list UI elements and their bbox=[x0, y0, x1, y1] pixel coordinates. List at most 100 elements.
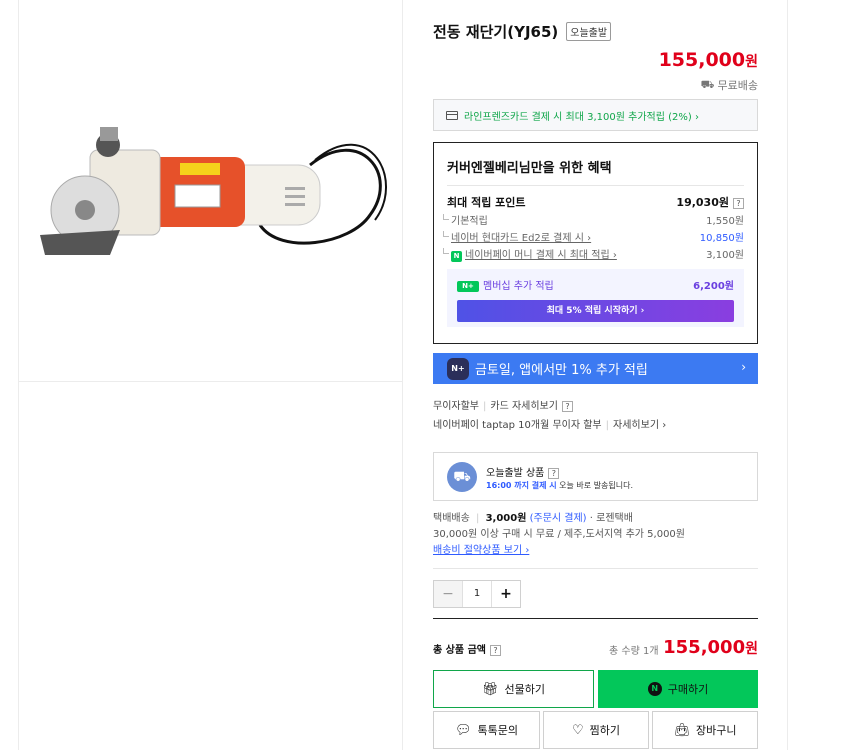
buy-button[interactable]: N 구매하기 bbox=[598, 670, 758, 708]
max-points-label: 최대 적립 포인트 bbox=[447, 196, 526, 209]
shipping-carrier: · 로젠택배 bbox=[589, 513, 633, 524]
today-shipping-box: ⛟ 오늘출발 상품? 16:00 까지 결제 시 오늘 바로 발송됩니다. bbox=[433, 452, 758, 501]
shipping-fee: 3,000원 bbox=[485, 513, 527, 524]
wishlist-label: 찜하기 bbox=[589, 724, 621, 737]
credit-card-icon bbox=[446, 110, 458, 120]
gallery-left-border bbox=[18, 0, 19, 750]
shipping-fee-note: (주문시 결제) bbox=[529, 513, 587, 524]
product-image[interactable] bbox=[30, 105, 390, 265]
installment-line-2: 네이버페이 taptap 10개월 무이자 할부 | 자세히보기 › bbox=[433, 416, 666, 435]
help-icon[interactable]: ? bbox=[489, 644, 501, 656]
separator: | bbox=[605, 420, 610, 431]
chat-bubble-icon: 💬︎ bbox=[455, 722, 472, 738]
membership-label: 멤버십 추가 적립 bbox=[483, 281, 554, 292]
heart-icon: ♡ bbox=[571, 722, 584, 738]
nplus-app-icon: N+ bbox=[447, 357, 469, 380]
buy-label: 구매하기 bbox=[667, 683, 709, 696]
free-shipping-label: 무료배송 bbox=[717, 79, 758, 92]
separator: | bbox=[483, 401, 487, 412]
product-price: 155,000원 bbox=[659, 49, 758, 71]
talktalk-label: 톡톡문의 bbox=[477, 724, 518, 737]
divider bbox=[433, 568, 758, 569]
price-currency: 원 bbox=[745, 54, 758, 70]
today-shipping-title-wrap: 오늘출발 상품? bbox=[486, 464, 560, 479]
today-shipping-deadline: 16:00 까지 결제 시 bbox=[486, 481, 557, 490]
points-row-value: 3,100원 bbox=[706, 250, 744, 261]
points-row-value: 1,550원 bbox=[706, 216, 744, 227]
max-points-value: 19,030원 bbox=[676, 196, 729, 209]
shopping-bag-icon: 👜︎ bbox=[673, 722, 691, 738]
naver-n-icon: N bbox=[647, 682, 662, 696]
membership-value: 6,200원 bbox=[693, 281, 734, 292]
chevron-right-icon: › bbox=[741, 360, 746, 374]
max-points-row: 최대 적립 포인트 19,030원? bbox=[447, 194, 744, 210]
cart-label: 장바구니 bbox=[696, 724, 737, 737]
total-price: 155,000원 bbox=[663, 637, 758, 658]
gallery-divider bbox=[18, 381, 403, 382]
app-promo-banner[interactable]: N+ 금토일, 앱에서만 1% 추가 적립 › bbox=[433, 353, 758, 384]
gift-label: 선물하기 bbox=[504, 683, 545, 696]
help-icon[interactable]: ? bbox=[548, 467, 560, 479]
divider-strong bbox=[433, 618, 758, 619]
help-icon[interactable]: ? bbox=[561, 400, 573, 412]
gift-icon: 🎁︎ bbox=[482, 681, 499, 697]
separator: | bbox=[476, 513, 480, 524]
npay-icon: N bbox=[451, 251, 462, 262]
shipping-condition: 30,000원 이상 구매 시 무료 / 제주,도서지역 추가 5,000원 bbox=[433, 529, 685, 540]
price-value: 155,000 bbox=[658, 49, 746, 71]
total-price-currency: 원 bbox=[745, 641, 758, 657]
help-icon[interactable]: ? bbox=[733, 197, 744, 209]
benefit-divider bbox=[447, 185, 744, 186]
membership-label-wrap: N+ 멤버십 추가 적립 bbox=[457, 277, 554, 292]
npay-installment-label: 네이버페이 taptap 10개월 무이자 할부 bbox=[433, 420, 602, 431]
today-shipping-title: 오늘출발 상품 bbox=[486, 468, 545, 479]
shipping-line-1: 택배배송 | 3,000원 (주문시 결제) · 로젠택배 bbox=[433, 511, 685, 527]
truck-icon: ⛟ bbox=[700, 77, 715, 91]
quantity-increase-button[interactable]: + bbox=[492, 581, 520, 607]
talktalk-button[interactable]: 💬︎ 톡톡문의 bbox=[433, 711, 540, 749]
points-row-label: 기본적립 bbox=[443, 212, 488, 227]
benefit-title: 커버엔젤베리님만을 위한 혜택 bbox=[447, 161, 612, 176]
shipping-type: 택배배송 bbox=[433, 513, 470, 524]
points-row-basic: 기본적립 1,550원 bbox=[443, 212, 744, 227]
total-price-value: 155,000 bbox=[663, 637, 746, 658]
banner-text: 금토일, 앱에서만 1% 추가 적립 bbox=[475, 363, 648, 378]
gallery-right-border bbox=[402, 0, 403, 750]
gift-button[interactable]: 🎁︎ 선물하기 bbox=[433, 670, 594, 708]
card-promo-text: 라인프렌즈카드 결제 시 최대 3,100원 추가적립 (2%) › bbox=[464, 111, 699, 123]
nplus-icon: N+ bbox=[457, 280, 479, 292]
points-row-value: 10,850원 bbox=[699, 233, 744, 244]
points-row-hyundai[interactable]: 네이버 현대카드 Ed2로 결제 시 › 10,850원 bbox=[442, 229, 744, 244]
total-label-wrap: 총 상품 금액? bbox=[433, 641, 501, 656]
points-row-label[interactable]: 네이버페이 머니 결제 시 최대 적립 › bbox=[465, 250, 617, 261]
installment-line-1: 무이자할부 | 카드 자세히보기? bbox=[433, 397, 666, 416]
shipping-saving-link[interactable]: 배송비 절약상품 보기 › bbox=[433, 543, 685, 559]
card-detail-link[interactable]: 카드 자세히보기 bbox=[490, 401, 558, 412]
quantity-stepper: − 1 + bbox=[433, 580, 521, 608]
points-row-label[interactable]: 네이버 현대카드 Ed2로 결제 시 › bbox=[442, 229, 591, 244]
total-label: 총 상품 금액 bbox=[433, 645, 486, 656]
total-quantity: 총 수량 1개 bbox=[609, 646, 659, 657]
membership-row: N+ 멤버십 추가 적립 6,200원 bbox=[457, 277, 734, 292]
today-shipping-sub: 16:00 까지 결제 시 오늘 바로 발송됩니다. bbox=[486, 480, 633, 491]
max-points-value-wrap: 19,030원? bbox=[676, 194, 744, 210]
installment-info: 무이자할부 | 카드 자세히보기? 네이버페이 taptap 10개월 무이자 할부… bbox=[433, 397, 666, 435]
benefit-box: 커버엔젤베리님만을 위한 혜택 최대 적립 포인트 19,030원? 기본적립 … bbox=[433, 142, 758, 344]
product-title: 전동 재단기(YJ65) bbox=[433, 23, 559, 41]
panel-right-border bbox=[787, 0, 788, 750]
installment-detail-link[interactable]: 자세히보기 › bbox=[613, 420, 666, 431]
points-row-npay[interactable]: N 네이버페이 머니 결제 시 최대 적립 › 3,100원 bbox=[443, 246, 744, 262]
free-shipping-note: ⛟ 무료배송 bbox=[701, 77, 758, 93]
card-promo-banner[interactable]: 라인프렌즈카드 결제 시 최대 3,100원 추가적립 (2%) › bbox=[433, 99, 758, 131]
wishlist-button[interactable]: ♡ 찜하기 bbox=[543, 711, 649, 749]
product-title-row: 전동 재단기(YJ65) 오늘출발 bbox=[433, 21, 612, 42]
today-ship-badge: 오늘출발 bbox=[566, 22, 612, 41]
membership-start-button[interactable]: 최대 5% 적립 시작하기 › bbox=[457, 300, 734, 322]
points-row-label-wrap[interactable]: N 네이버페이 머니 결제 시 최대 적립 › bbox=[443, 246, 617, 262]
cart-button[interactable]: 👜︎ 장바구니 bbox=[652, 711, 758, 749]
shipping-info: 택배배송 | 3,000원 (주문시 결제) · 로젠택배 30,000원 이상… bbox=[433, 511, 685, 559]
quantity-value[interactable]: 1 bbox=[462, 581, 492, 607]
delivery-truck-icon: ⛟ bbox=[447, 462, 477, 492]
quantity-decrease-button[interactable]: − bbox=[434, 581, 462, 607]
installment-label: 무이자할부 bbox=[433, 401, 479, 412]
